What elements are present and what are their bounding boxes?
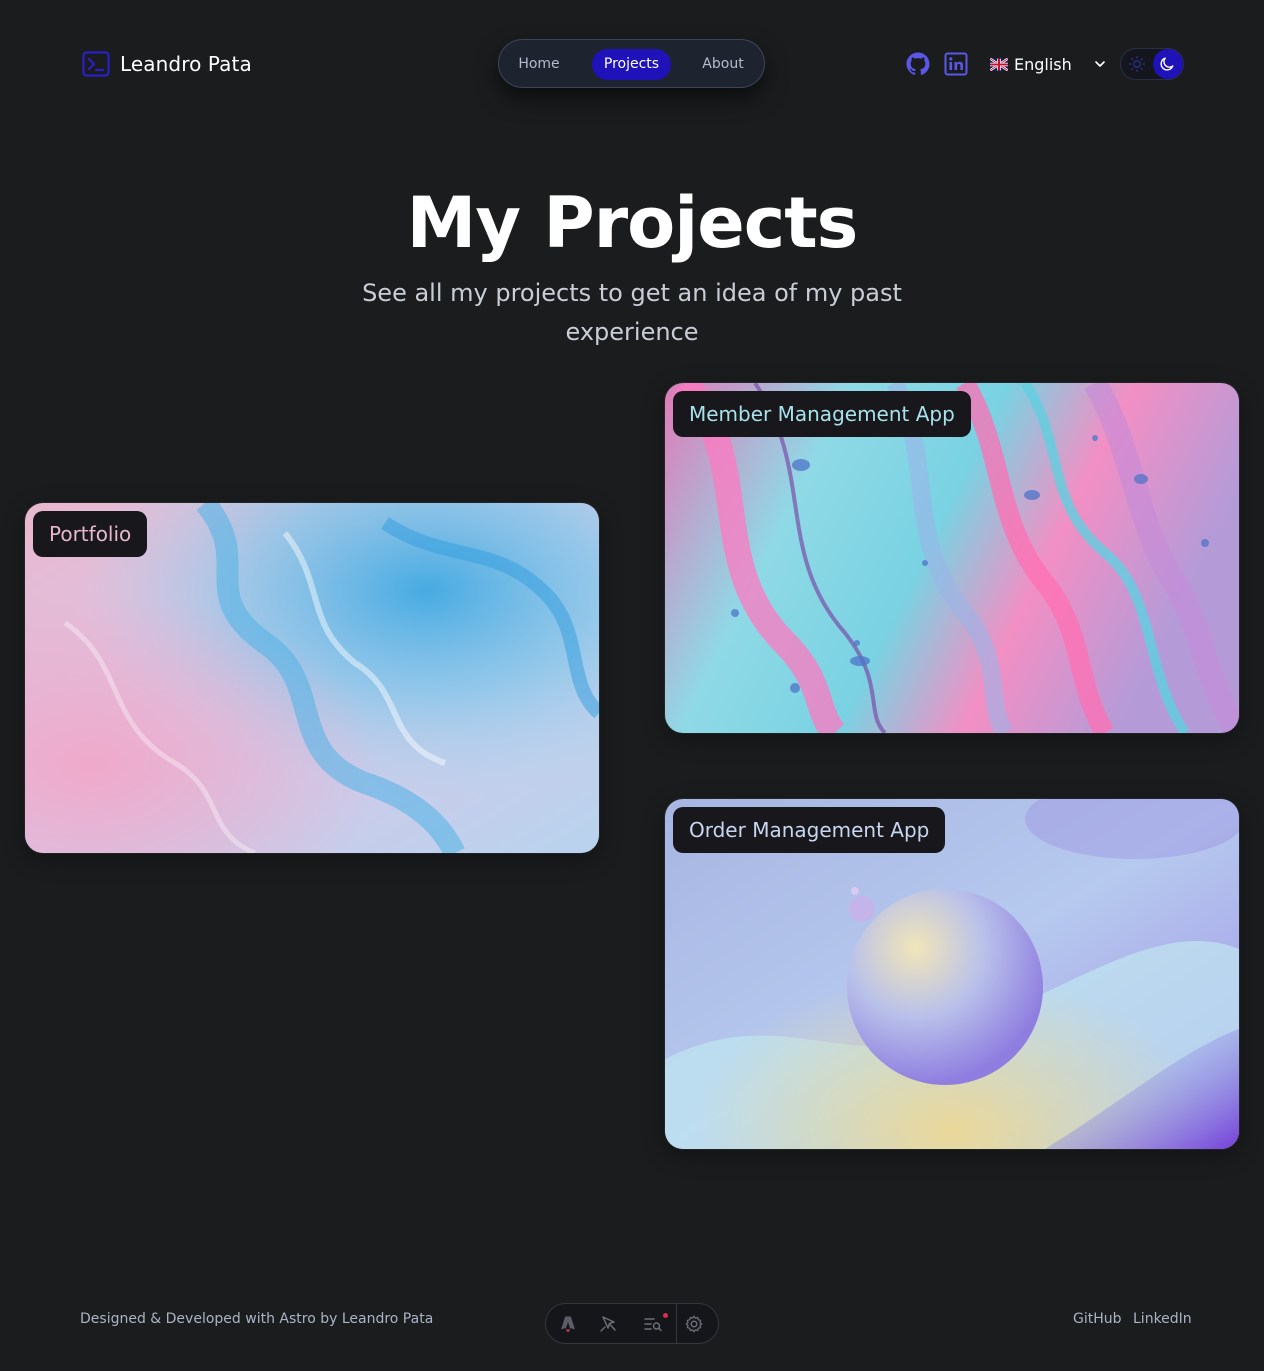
notification-dot: [663, 1313, 668, 1318]
brand-logo-link[interactable]: Leandro Pata: [82, 50, 252, 78]
inspect-cursor-icon[interactable]: [599, 1314, 619, 1334]
gear-icon[interactable]: [684, 1314, 704, 1334]
github-icon[interactable]: [906, 52, 930, 76]
project-card-portfolio[interactable]: Portfolio: [25, 503, 599, 853]
footer-link-github[interactable]: GitHub: [1073, 1311, 1122, 1327]
page-subtitle: See all my projects to get an idea of my…: [362, 279, 902, 346]
terminal-icon: [82, 51, 110, 77]
toolbar-divider: [676, 1304, 677, 1343]
project-title: Member Management App: [673, 391, 971, 437]
language-select[interactable]: English: [990, 50, 1108, 78]
footer-link-linkedin[interactable]: LinkedIn: [1133, 1311, 1192, 1327]
nav-link-home[interactable]: Home: [511, 49, 567, 80]
astro-logo-icon[interactable]: [558, 1314, 578, 1334]
nav-link-projects[interactable]: Projects: [592, 49, 671, 80]
brand-name: Leandro Pata: [120, 52, 252, 76]
uk-flag-icon: [990, 57, 1008, 71]
sun-icon[interactable]: [1128, 55, 1146, 73]
nav-link-about[interactable]: About: [691, 49, 755, 80]
language-label: English: [1014, 54, 1072, 74]
audit-list-icon[interactable]: [643, 1314, 663, 1334]
chevron-down-icon: [1095, 61, 1105, 67]
astro-dev-toolbar: [545, 1303, 719, 1344]
project-card-order-management-app[interactable]: Order Management App: [665, 799, 1239, 1149]
footer-credit: Designed & Developed with Astro by Leand…: [80, 1311, 434, 1327]
project-title: Order Management App: [673, 807, 946, 853]
page: Leandro Pata Home Projects About English: [0, 0, 1264, 1371]
project-title: Portfolio: [33, 511, 148, 557]
theme-toggle[interactable]: [1120, 48, 1184, 80]
theme-toggle-knob[interactable]: [1153, 49, 1183, 79]
moon-icon: [1160, 57, 1174, 71]
linkedin-icon[interactable]: [944, 52, 968, 76]
main-nav: Home Projects About: [498, 39, 765, 88]
project-card-member-management-app[interactable]: Member Management App: [665, 383, 1239, 733]
page-title: My Projects: [406, 182, 859, 264]
